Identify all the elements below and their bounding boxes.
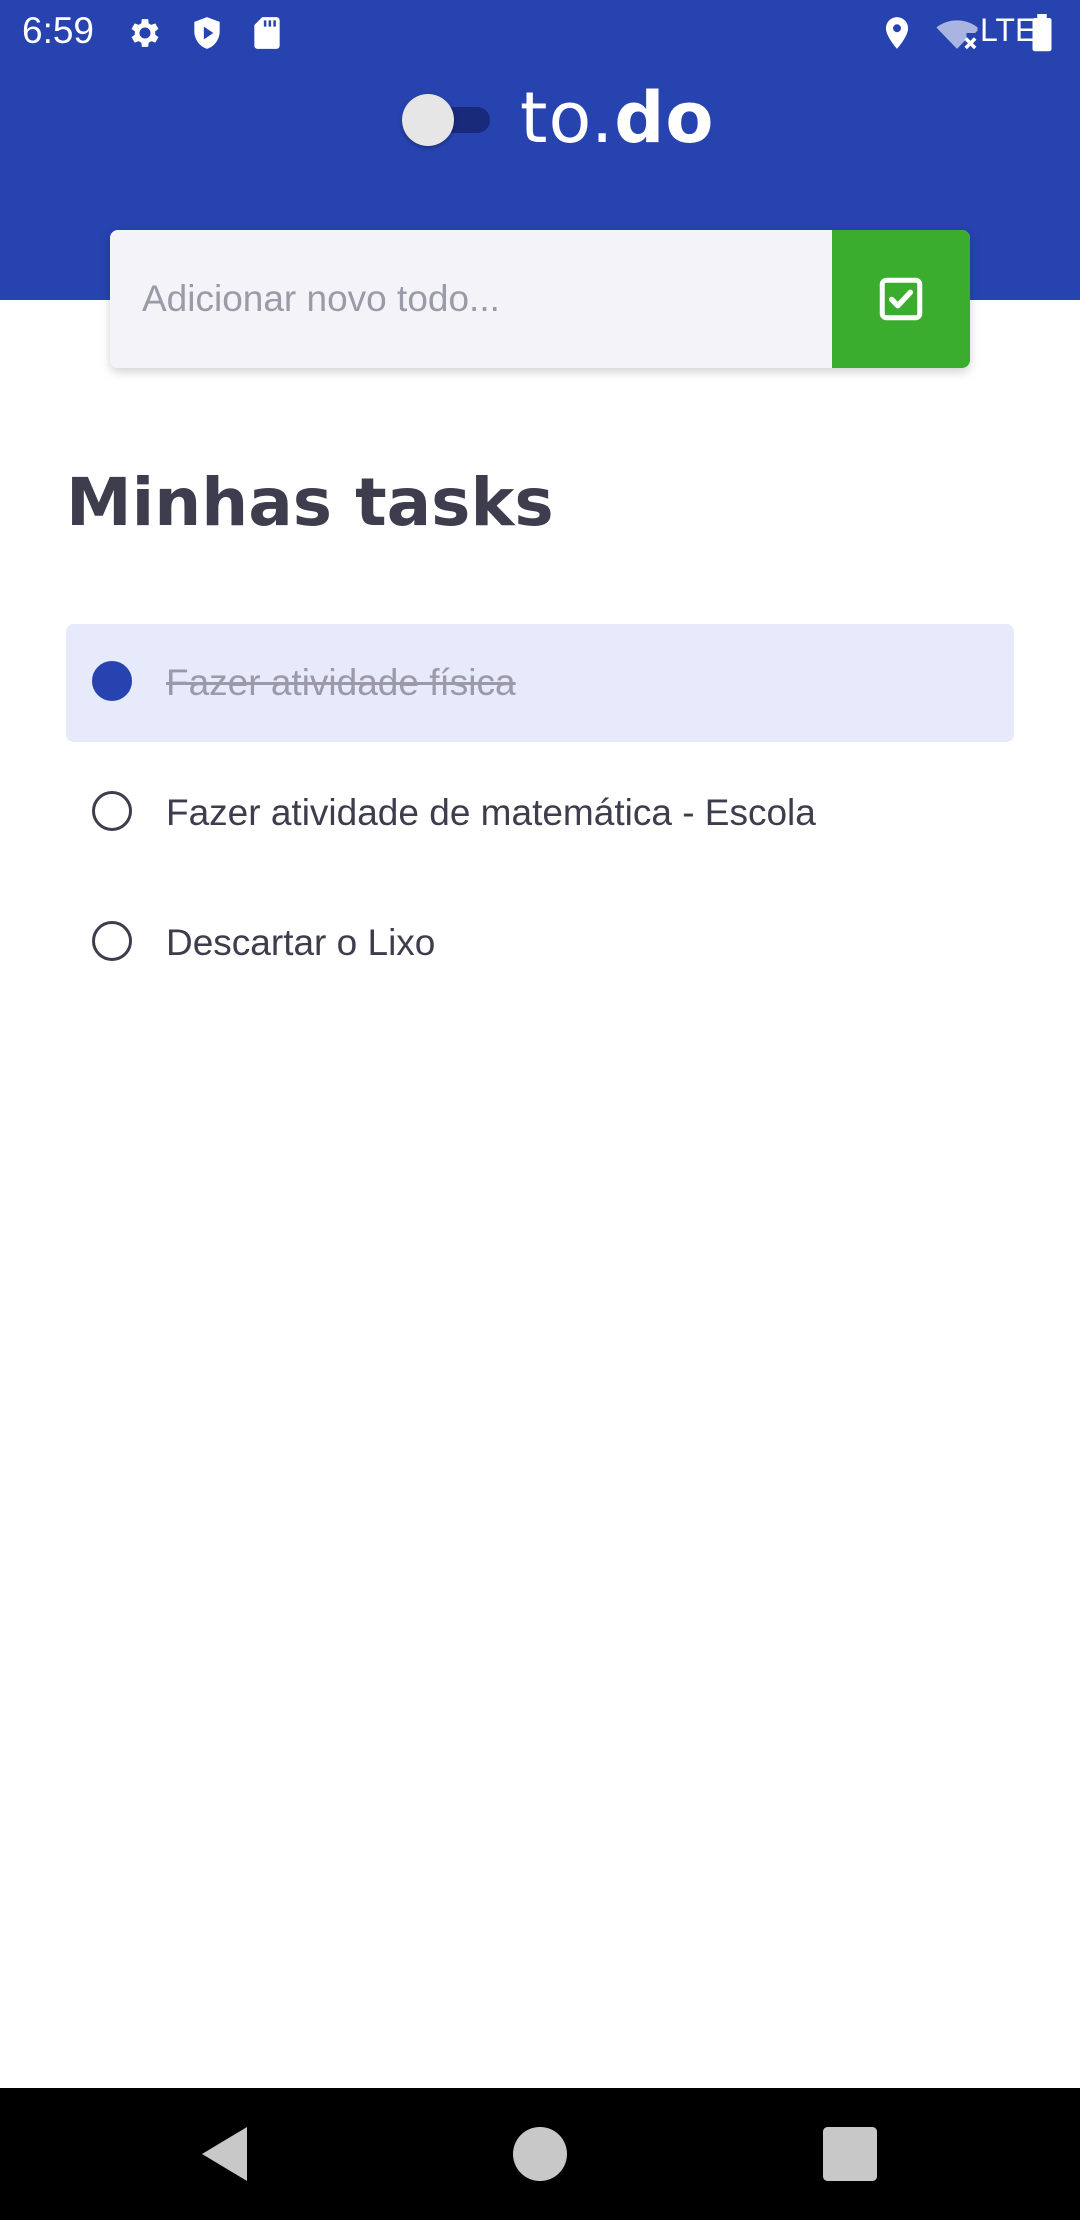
settings-icon	[131, 19, 159, 47]
task-list: Fazer atividade física Fazer atividade d…	[66, 624, 1014, 1014]
new-todo-input[interactable]	[110, 230, 832, 368]
brand-bar: to.do	[0, 78, 1080, 158]
back-icon[interactable]	[190, 2118, 262, 2190]
task-label: Descartar o Lixo	[166, 922, 436, 963]
location-icon	[885, 17, 909, 49]
task-item[interactable]: Fazer atividade de matemática - Escola	[66, 754, 1014, 872]
system-nav-bar	[0, 2088, 1080, 2220]
task-checkbox[interactable]	[92, 921, 132, 961]
battery-icon	[1032, 14, 1052, 52]
status-time: 6:59	[22, 10, 95, 51]
add-todo-bar	[110, 230, 970, 368]
task-checkbox[interactable]	[92, 791, 132, 831]
task-label: Fazer atividade física	[166, 662, 516, 703]
home-icon[interactable]	[504, 2118, 576, 2190]
task-item[interactable]: Fazer atividade física	[66, 624, 1014, 742]
app-logo: to.do	[520, 78, 715, 158]
task-label: Fazer atividade de matemática - Escola	[166, 792, 816, 833]
toggle-knob	[402, 94, 454, 146]
wifi-off-icon	[936, 20, 978, 50]
status-bar: 6:59 LTE	[0, 0, 1080, 64]
theme-toggle[interactable]	[402, 94, 490, 146]
task-item[interactable]: Descartar o Lixo	[66, 884, 1014, 1002]
logo-text-to: to.	[520, 77, 615, 159]
recents-icon[interactable]	[814, 2118, 886, 2190]
logo-text-do: do	[614, 77, 715, 159]
checkbox-check-icon	[879, 277, 923, 321]
page-title: Minhas tasks	[66, 464, 554, 541]
network-type: LTE	[980, 12, 1037, 48]
sd-card-icon	[254, 17, 280, 49]
task-checkbox[interactable]	[92, 661, 132, 701]
shield-icon	[194, 17, 220, 49]
add-todo-button[interactable]	[832, 230, 970, 368]
